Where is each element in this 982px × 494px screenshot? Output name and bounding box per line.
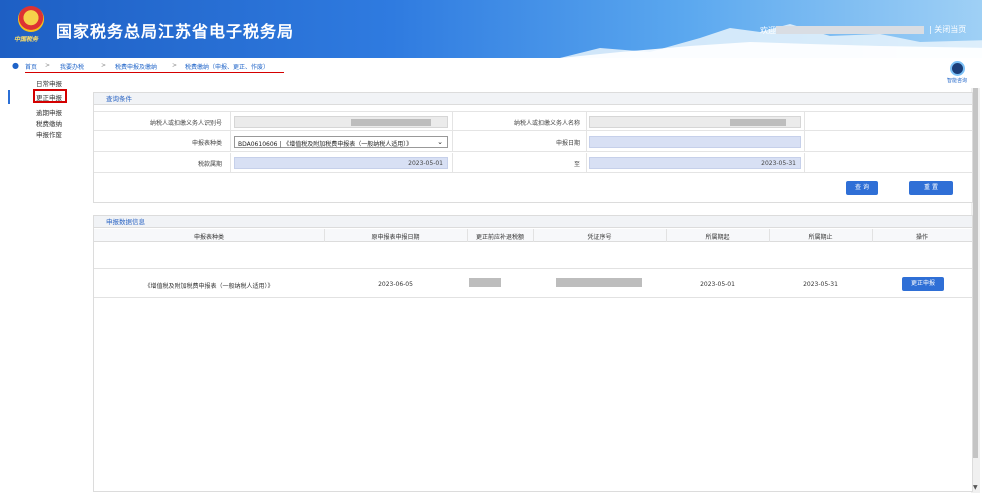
taxpayer-name-label: 纳税人或扣缴义务人名称: [513, 120, 580, 127]
scroll-down-arrow-icon[interactable]: ▼: [973, 484, 978, 491]
query-row-3: 税款属期 2023-05-01 至 2023-05-31: [94, 153, 972, 173]
col-orig-date: 原申报表申报日期: [371, 234, 420, 241]
search-button[interactable]: 查 询: [846, 181, 878, 195]
assistant-avatar-icon: [949, 61, 965, 76]
cell-divider: [452, 132, 453, 152]
col-action: 操作: [915, 234, 928, 241]
header-banner: 中国税务 国家税务总局江苏省电子税务局 欢迎 | 关闭当页: [0, 0, 982, 58]
form-type-select[interactable]: BDA0610606 | 《增值税及附加税费申报表（一般纳税人适用）》 ⌄: [234, 136, 448, 148]
row-orig-date: 2023-06-05: [378, 281, 413, 288]
cell-divider: [804, 153, 805, 173]
col-refund-amount: 更正前应补退税额: [475, 234, 524, 241]
smart-consult-label: 智能咨询: [946, 78, 967, 84]
sidebar-item-correction-declare[interactable]: 更正申报: [36, 92, 62, 102]
tax-emblem-logo: [18, 6, 44, 32]
results-section-title: 申报数据信息: [94, 216, 972, 228]
breadcrumb-declare-pay[interactable]: 税费申报及缴纳: [115, 62, 157, 71]
form-type-label: 申报表种类: [191, 140, 222, 147]
smart-consult-button[interactable]: 智能咨询: [946, 61, 968, 85]
cell-divider: [452, 112, 453, 132]
emblem-caption: 中国税务: [14, 36, 39, 43]
col-voucher-no: 凭证序号: [587, 234, 612, 241]
breadcrumb-sep: >: [101, 62, 107, 69]
declare-date-label: 申报日期: [555, 140, 580, 147]
masked-value: [730, 119, 786, 126]
welcome-user-masked: [776, 26, 924, 34]
period-start-value: 2023-05-01: [408, 160, 443, 167]
taxpayer-name-field: [589, 116, 801, 128]
mountain-decoration: [560, 24, 982, 58]
results-panel: 申报数据信息 申报表种类 原申报表申报日期 更正前应补退税额 凭证序号 所属期起…: [93, 215, 973, 492]
query-panel: 查询条件 纳税人或扣缴义务人识别号 纳税人或扣缴义务人名称 申报表种类 BDA0…: [93, 92, 973, 203]
taxpayer-id-field: [234, 116, 448, 128]
period-end-value: 2023-05-31: [761, 160, 796, 167]
results-table-header: 申报表种类 原申报表申报日期 更正前应补退税额 凭证序号 所属期起 所属期止 操…: [94, 229, 972, 242]
sidebar-active-indicator: [8, 90, 10, 104]
breadcrumb: ● 首页 > 我要办税 > 税费申报及缴纳 > 税费缴纳（申报、更正、作废）: [0, 59, 982, 73]
taxpayer-id-label: 纳税人或扣缴义务人识别号: [149, 120, 222, 127]
table-row: 《增值税及附加税费申报表（一般纳税人适用）》 2023-06-05 2023-0…: [94, 268, 972, 298]
cell-divider: [230, 112, 231, 132]
cell-divider: [804, 132, 805, 152]
row-period-start: 2023-05-01: [700, 281, 735, 288]
breadcrumb-tax-service[interactable]: 我要办税: [60, 62, 84, 71]
correction-declare-button[interactable]: 更正申报: [902, 277, 944, 291]
row-form-type: 《增值税及附加税费申报表（一般纳税人适用）》: [144, 283, 274, 290]
welcome-text: 欢迎: [760, 26, 776, 35]
query-row-2: 申报表种类 BDA0610606 | 《增值税及附加税费申报表（一般纳税人适用）…: [94, 132, 972, 152]
breadcrumb-sep: >: [172, 62, 178, 69]
tax-period-label: 税款属期: [197, 161, 222, 168]
masked-refund-amount: [469, 278, 501, 287]
reset-button[interactable]: 重 置: [909, 181, 953, 195]
close-page-link[interactable]: | 关闭当页: [929, 24, 966, 35]
period-start-input[interactable]: 2023-05-01: [234, 157, 448, 169]
col-form-type: 申报表种类: [193, 234, 224, 241]
cell-divider: [230, 132, 231, 152]
cell-divider: [804, 112, 805, 132]
to-label: 至: [573, 161, 580, 168]
cell-divider: [586, 132, 587, 152]
col-period-start: 所属期起: [705, 234, 730, 241]
sidebar-item-daily-declare[interactable]: 日常申报: [36, 78, 62, 88]
masked-value: [351, 119, 431, 126]
cell-divider: [586, 112, 587, 132]
chevron-down-icon: ⌄: [437, 138, 443, 146]
period-end-input[interactable]: 2023-05-31: [589, 157, 801, 169]
location-pin-icon: ●: [12, 61, 19, 70]
app-title: 国家税务总局江苏省电子税务局: [56, 22, 295, 41]
breadcrumb-current: 税费缴纳（申报、更正、作废）: [185, 64, 270, 71]
masked-voucher-no: [556, 278, 642, 287]
declare-date-input[interactable]: [589, 136, 801, 148]
cell-divider: [230, 153, 231, 173]
form-type-selected: BDA0610606 | 《增值税及附加税费申报表（一般纳税人适用）》: [238, 141, 413, 148]
page-scrollbar-thumb[interactable]: [973, 88, 978, 458]
query-row-1: 纳税人或扣缴义务人识别号 纳税人或扣缴义务人名称: [94, 111, 972, 132]
sidebar-item-declare-void[interactable]: 申报作废: [36, 129, 62, 139]
cell-divider: [452, 153, 453, 173]
breadcrumb-home[interactable]: 首页: [25, 62, 37, 71]
row-period-end: 2023-05-31: [803, 281, 838, 288]
query-section-title: 查询条件: [94, 93, 972, 105]
sidebar-item-overdue-declare[interactable]: 逾期申报: [36, 107, 62, 117]
sidebar-item-tax-payment[interactable]: 税费缴纳: [36, 118, 62, 128]
breadcrumb-sep: >: [45, 62, 51, 69]
col-period-end: 所属期止: [808, 234, 833, 241]
cell-divider: [586, 153, 587, 173]
breadcrumb-highlight: [25, 72, 284, 73]
